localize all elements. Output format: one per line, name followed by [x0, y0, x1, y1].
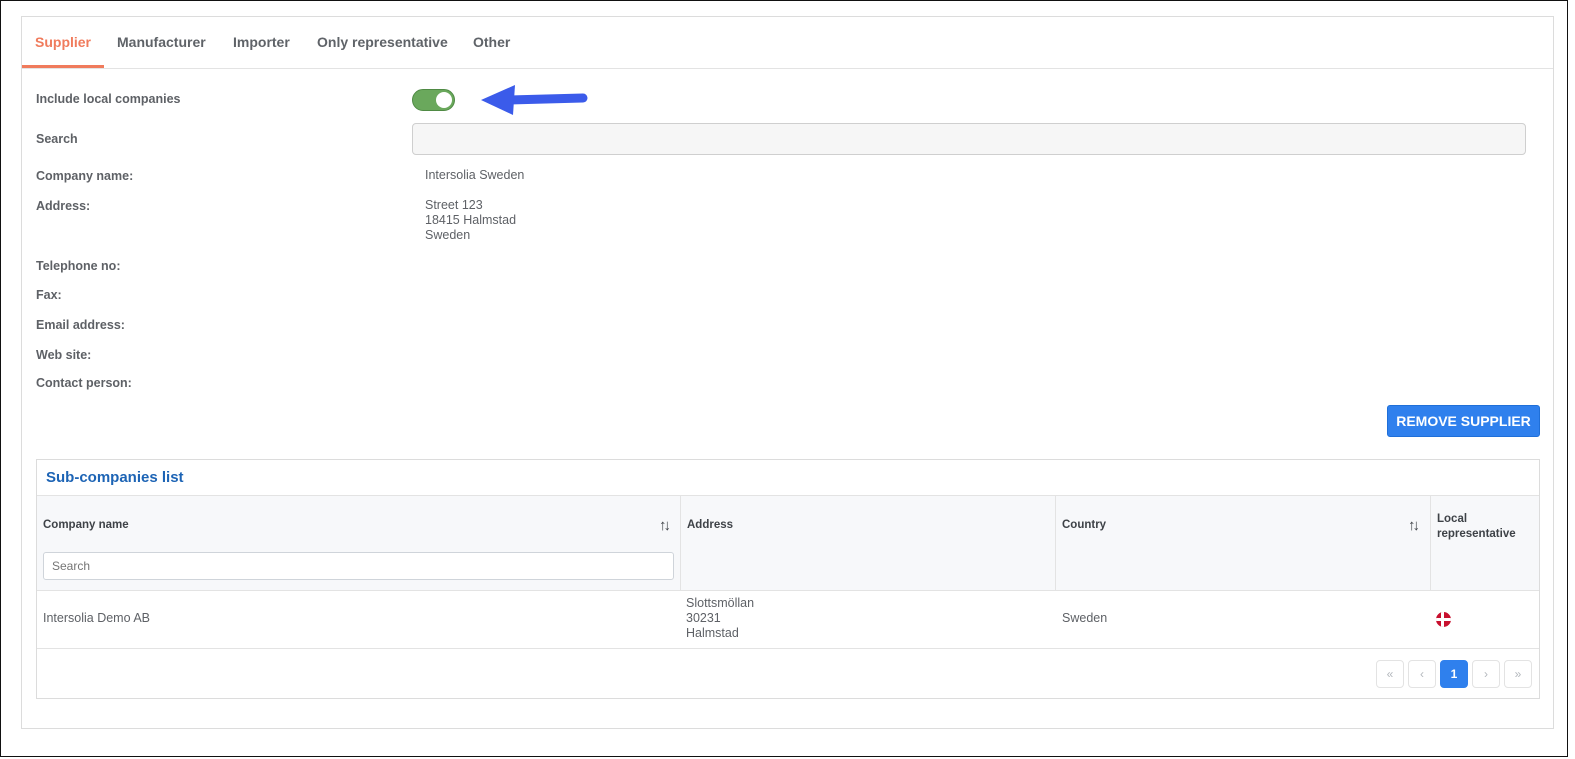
- prev-page-button[interactable]: ‹: [1408, 660, 1436, 688]
- tab-only-representative[interactable]: Only representative: [304, 17, 461, 68]
- column-address-label: Address: [687, 519, 734, 531]
- column-local-representative-label: Local representative: [1437, 512, 1516, 542]
- row-address-line-2: 30231: [686, 611, 721, 625]
- subcompanies-title: Sub-companies list: [46, 469, 184, 486]
- company-name-search-input[interactable]: [43, 552, 674, 580]
- table-row[interactable]: Intersolia Demo AB Slottsmöllan 30231 Ha…: [37, 591, 1539, 649]
- address-line-2: 18415 Halmstad: [425, 213, 517, 227]
- row-country: Sweden: [1062, 611, 1108, 625]
- column-company-name[interactable]: Company name ↑↓: [37, 496, 681, 590]
- row-address-line-1: Slottsmöllan: [686, 596, 755, 610]
- include-local-toggle[interactable]: [412, 89, 455, 111]
- search-input[interactable]: [412, 123, 1526, 155]
- tab-other[interactable]: Other: [460, 17, 523, 68]
- search-label: Search: [36, 132, 78, 146]
- local-rep-label-line2: representative: [1437, 528, 1516, 540]
- local-rep-label-line1: Local: [1437, 513, 1468, 525]
- tab-supplier[interactable]: Supplier: [22, 17, 105, 68]
- company-card: Supplier Manufacturer Importer Only repr…: [21, 16, 1554, 729]
- remove-supplier-button[interactable]: REMOVE SUPPLIER: [1387, 405, 1540, 437]
- tab-bar: Supplier Manufacturer Importer Only repr…: [22, 17, 1553, 69]
- email-label: Email address:: [36, 318, 125, 332]
- fax-label: Fax:: [36, 288, 62, 302]
- last-page-button[interactable]: »: [1504, 660, 1532, 688]
- column-country[interactable]: Country ↑↓: [1056, 496, 1431, 590]
- column-address: Address: [681, 496, 1056, 590]
- company-name-value: Intersolia Sweden: [425, 168, 525, 182]
- column-local-representative: Local representative: [1431, 496, 1539, 590]
- column-country-label: Country: [1062, 519, 1107, 531]
- subcompanies-panel: Sub-companies list Company name ↑↓ Addre…: [36, 459, 1540, 699]
- address-line-1: Street 123: [425, 198, 483, 212]
- row-company-name: Intersolia Demo AB: [43, 611, 150, 625]
- first-page-button[interactable]: «: [1376, 660, 1404, 688]
- company-name-label: Company name:: [36, 169, 134, 183]
- tab-manufacturer[interactable]: Manufacturer: [104, 17, 219, 68]
- sort-icon[interactable]: ↑↓: [1408, 517, 1420, 534]
- annotation-arrow-icon: [481, 85, 588, 115]
- address-label: Address:: [36, 199, 91, 213]
- row-address-line-3: Halmstad: [686, 626, 739, 640]
- danish-flag-icon: [1436, 612, 1451, 627]
- tab-importer[interactable]: Importer: [220, 17, 303, 68]
- table-header: Company name ↑↓ Address Country ↑↓ Local…: [37, 495, 1539, 591]
- page-1-button[interactable]: 1: [1440, 660, 1468, 688]
- sort-icon[interactable]: ↑↓: [659, 517, 671, 534]
- column-company-name-label: Company name: [43, 519, 129, 531]
- address-line-3: Sweden: [425, 228, 471, 242]
- telephone-label: Telephone no:: [36, 259, 121, 273]
- next-page-button[interactable]: ›: [1472, 660, 1500, 688]
- row-address: Slottsmöllan 30231 Halmstad: [686, 596, 754, 653]
- website-label: Web site:: [36, 348, 92, 362]
- include-local-label: Include local companies: [36, 92, 181, 106]
- contact-person-label: Contact person:: [36, 376, 132, 390]
- window-frame: Supplier Manufacturer Importer Only repr…: [0, 0, 1568, 757]
- toggle-knob: [436, 92, 452, 108]
